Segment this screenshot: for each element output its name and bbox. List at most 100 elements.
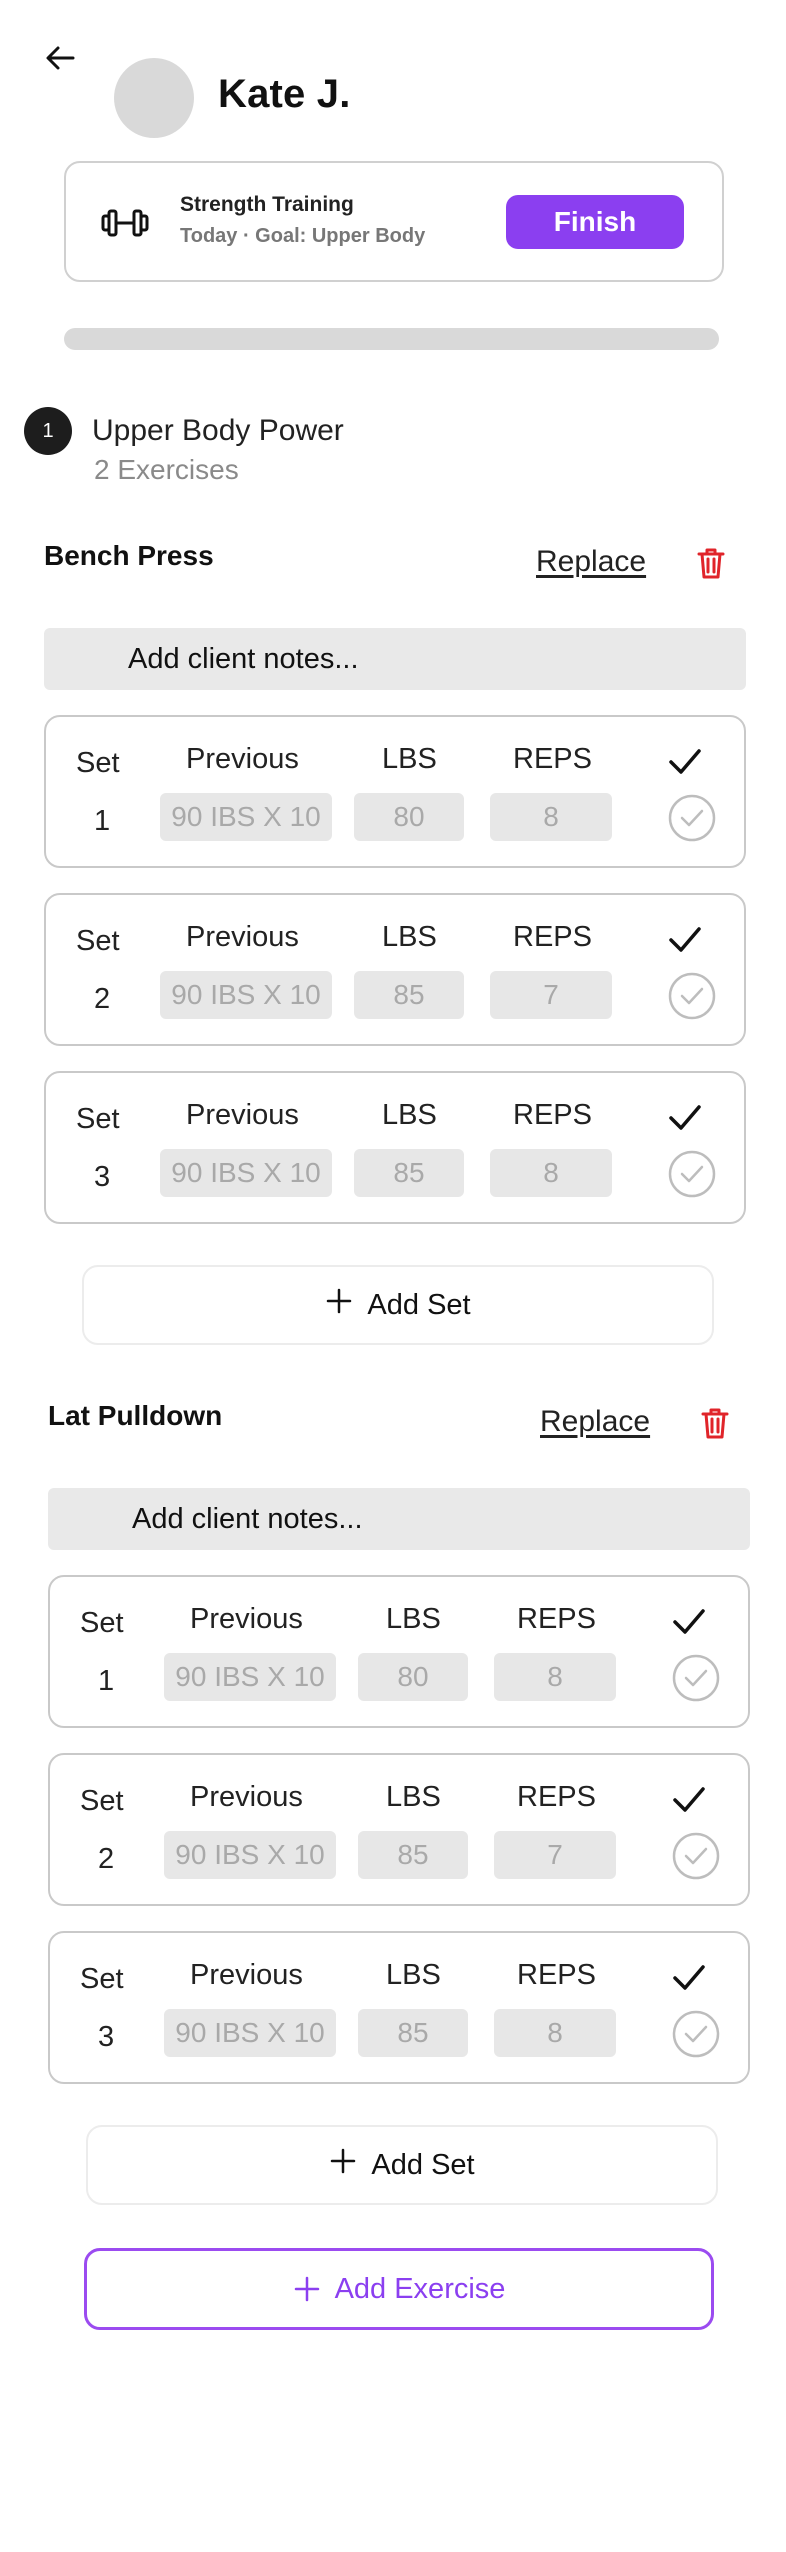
- workout-title: Upper Body Power: [92, 414, 344, 447]
- previous-value-field[interactable]: 90 IBS X 10: [160, 1149, 332, 1197]
- check-icon: [672, 1963, 706, 1993]
- workout-exercise-count: 2 Exercises: [94, 454, 239, 485]
- circle-check-icon: [672, 1832, 720, 1884]
- reps-column-header: REPS: [517, 1603, 596, 1635]
- session-card: Strength Training Today · Goal: Upper Bo…: [64, 161, 724, 282]
- exercise-name: Bench Press: [44, 540, 214, 571]
- set-number: 2: [94, 983, 111, 1015]
- client-notes-input[interactable]: Add client notes...: [44, 628, 746, 690]
- previous-value-field[interactable]: 90 IBS X 10: [164, 2009, 336, 2057]
- replace-exercise-link[interactable]: Replace: [536, 545, 646, 579]
- reps-input[interactable]: 8: [494, 2009, 616, 2057]
- set-row: Set Previous LBS REPS 2 90 IBS X 10 85 7: [44, 893, 746, 1046]
- circle-check-icon: [668, 972, 716, 1024]
- check-icon: [672, 1607, 706, 1637]
- check-icon: [672, 1785, 706, 1815]
- add-exercise-label: Add Exercise: [334, 2272, 506, 2305]
- check-icon: [668, 747, 702, 777]
- previous-value-field[interactable]: 90 IBS X 10: [164, 1831, 336, 1879]
- lbs-column-header: LBS: [386, 1603, 441, 1635]
- reps-column-header: REPS: [517, 1959, 596, 1991]
- reps-column-header: REPS: [513, 921, 592, 953]
- reps-column-header: REPS: [513, 1099, 592, 1131]
- add-set-label: Add Set: [371, 2148, 475, 2181]
- exercise-name: Lat Pulldown: [48, 1400, 223, 1431]
- complete-set-button[interactable]: [668, 972, 716, 1020]
- replace-exercise-link[interactable]: Replace: [540, 1405, 650, 1439]
- workout-number-badge: 1: [24, 407, 72, 455]
- reps-input[interactable]: 8: [494, 1653, 616, 1701]
- circle-check-icon: [672, 1654, 720, 1706]
- reps-column-header: REPS: [517, 1781, 596, 1813]
- trash-icon: [696, 548, 726, 584]
- complete-set-button[interactable]: [668, 1150, 716, 1198]
- lbs-input[interactable]: 85: [358, 2009, 468, 2057]
- arrow-left-icon: [46, 46, 75, 70]
- set-row: Set Previous LBS REPS 3 90 IBS X 10 85 8: [48, 1931, 750, 2084]
- set-column-header: Set: [76, 925, 120, 957]
- reps-input[interactable]: 8: [490, 1149, 612, 1197]
- circle-check-icon: [672, 2010, 720, 2062]
- set-column-header: Set: [76, 747, 120, 779]
- trash-icon: [700, 1408, 730, 1444]
- add-set-button[interactable]: Add Set: [82, 1265, 714, 1345]
- set-number: 1: [94, 805, 111, 837]
- lbs-input[interactable]: 85: [354, 971, 464, 1019]
- set-column-header: Set: [80, 1607, 124, 1639]
- set-row: Set Previous LBS REPS 3 90 IBS X 10 85 8: [44, 1071, 746, 1224]
- set-column-header: Set: [76, 1103, 120, 1135]
- add-set-button[interactable]: Add Set: [86, 2125, 718, 2205]
- add-set-label: Add Set: [367, 1288, 471, 1321]
- lbs-input[interactable]: 80: [354, 793, 464, 841]
- previous-column-header: Previous: [186, 921, 299, 953]
- session-title: Strength Training: [180, 193, 354, 216]
- previous-value-field[interactable]: 90 IBS X 10: [160, 793, 332, 841]
- plus-icon: [329, 2147, 357, 2183]
- client-notes-input[interactable]: Add client notes...: [48, 1488, 750, 1550]
- delete-exercise-button[interactable]: [696, 546, 726, 580]
- plus-icon: [325, 1287, 353, 1323]
- complete-set-button[interactable]: [672, 2010, 720, 2058]
- set-number: 3: [94, 1161, 111, 1193]
- add-exercise-button[interactable]: Add Exercise: [84, 2248, 714, 2330]
- set-number: 1: [98, 1665, 115, 1697]
- back-button[interactable]: [40, 38, 80, 78]
- previous-column-header: Previous: [186, 1099, 299, 1131]
- client-notes-placeholder: Add client notes...: [128, 642, 359, 675]
- circle-check-icon: [668, 1150, 716, 1202]
- session-subtitle: Today · Goal: Upper Body: [180, 225, 426, 247]
- plus-icon: [294, 2276, 319, 2302]
- set-column-header: Set: [80, 1785, 124, 1817]
- finish-button[interactable]: Finish: [506, 195, 684, 249]
- previous-column-header: Previous: [190, 1781, 303, 1813]
- check-icon: [668, 925, 702, 955]
- lbs-column-header: LBS: [382, 921, 437, 953]
- avatar: [114, 58, 194, 138]
- set-row: Set Previous LBS REPS 1 90 IBS X 10 80 8: [44, 715, 746, 868]
- reps-column-header: REPS: [513, 743, 592, 775]
- delete-exercise-button[interactable]: [700, 1406, 730, 1440]
- reps-input[interactable]: 7: [490, 971, 612, 1019]
- lbs-input[interactable]: 85: [354, 1149, 464, 1197]
- complete-set-button[interactable]: [668, 794, 716, 842]
- lbs-column-header: LBS: [382, 743, 437, 775]
- previous-column-header: Previous: [186, 743, 299, 775]
- set-row: Set Previous LBS REPS 1 90 IBS X 10 80 8: [48, 1575, 750, 1728]
- set-column-header: Set: [80, 1963, 124, 1995]
- previous-value-field[interactable]: 90 IBS X 10: [164, 1653, 336, 1701]
- lbs-input[interactable]: 85: [358, 1831, 468, 1879]
- workout-progress-bar: [64, 328, 719, 350]
- reps-input[interactable]: 8: [490, 793, 612, 841]
- complete-set-button[interactable]: [672, 1654, 720, 1702]
- complete-set-button[interactable]: [672, 1832, 720, 1880]
- lbs-input[interactable]: 80: [358, 1653, 468, 1701]
- reps-input[interactable]: 7: [494, 1831, 616, 1879]
- check-icon: [668, 1103, 702, 1133]
- previous-column-header: Previous: [190, 1603, 303, 1635]
- previous-value-field[interactable]: 90 IBS X 10: [160, 971, 332, 1019]
- dumbbell-icon: [101, 209, 149, 237]
- circle-check-icon: [668, 794, 716, 846]
- lbs-column-header: LBS: [386, 1959, 441, 1991]
- lbs-column-header: LBS: [386, 1781, 441, 1813]
- lbs-column-header: LBS: [382, 1099, 437, 1131]
